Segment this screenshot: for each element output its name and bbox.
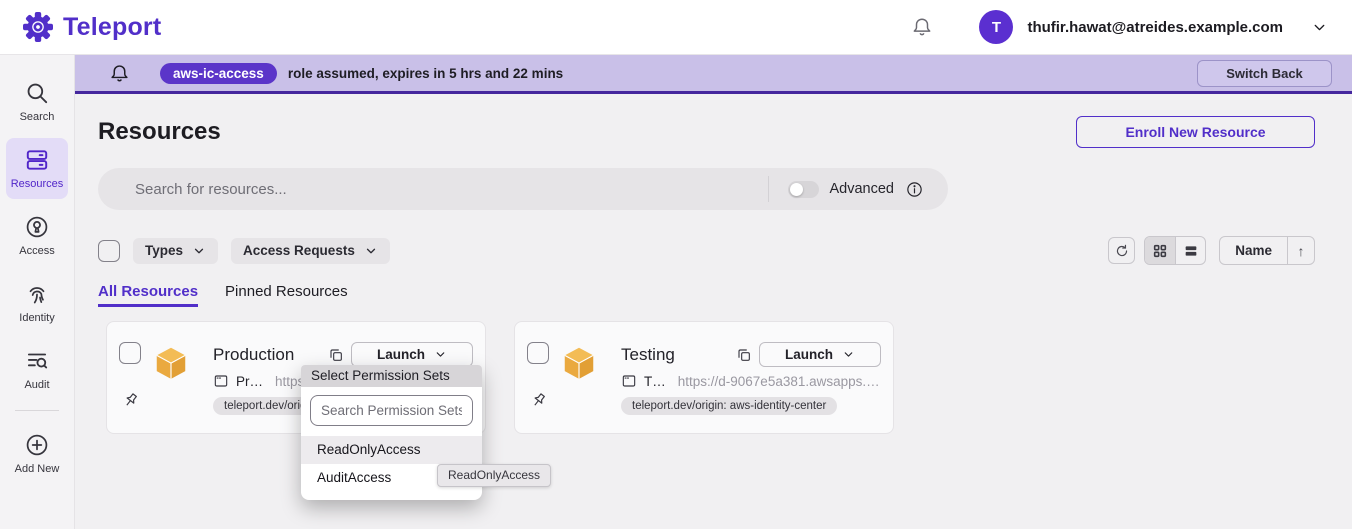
app-window-icon [213, 373, 229, 389]
search-icon [24, 80, 50, 106]
launch-label: Launch [377, 347, 425, 362]
lock-circle-icon [24, 214, 50, 240]
launch-button[interactable]: Launch [351, 342, 473, 367]
banner-message: role assumed, expires in 5 hrs and 22 mi… [288, 66, 563, 81]
app-type-label: T… [644, 374, 666, 389]
sidebar-item-access[interactable]: Access [6, 205, 68, 266]
resource-search-bar: Advanced [98, 168, 948, 210]
brand-name: Teleport [63, 13, 161, 42]
app-window-icon [621, 373, 637, 389]
copy-icon[interactable] [328, 347, 344, 363]
refresh-icon [1114, 243, 1130, 259]
list-search-icon [24, 348, 50, 374]
refresh-button[interactable] [1108, 237, 1135, 264]
notifications-bell-icon[interactable] [911, 16, 933, 38]
sort-control: Name ↑ [1219, 236, 1315, 265]
pin-icon[interactable] [529, 391, 548, 410]
copy-icon[interactable] [736, 347, 752, 363]
fingerprint-icon [24, 281, 50, 307]
sidebar-item-audit[interactable]: Audit [6, 339, 68, 400]
view-mode-toggle [1144, 236, 1206, 265]
tab-all-resources[interactable]: All Resources [98, 283, 198, 307]
top-bar: Teleport T thufir.hawat@atreides.example… [0, 0, 1352, 55]
chevron-down-icon [842, 348, 855, 361]
permission-sets-search-input[interactable] [310, 395, 473, 426]
sidebar-divider [15, 410, 59, 411]
user-avatar[interactable]: T [979, 10, 1013, 44]
resource-name: Testing [621, 345, 721, 365]
sidebar-item-search[interactable]: Search [6, 71, 68, 132]
teleport-logo[interactable]: Teleport [22, 11, 161, 43]
sidebar: Search Resources Access [0, 55, 75, 529]
user-email: thufir.hawat@atreides.example.com [1027, 19, 1283, 36]
assumed-role-banner: aws-ic-access role assumed, expires in 5… [75, 55, 1352, 94]
grid-view-button[interactable] [1145, 237, 1175, 264]
app-type-label: Pr… [236, 374, 263, 389]
sidebar-item-label: Add New [15, 463, 60, 475]
permission-set-tooltip: ReadOnlyAccess [437, 464, 551, 487]
servers-icon [24, 147, 50, 173]
chevron-down-icon [434, 348, 447, 361]
resource-card-testing: Testing Launch [514, 321, 894, 434]
gear-logo-icon [22, 11, 54, 43]
list-view-icon [1183, 243, 1199, 259]
tab-pinned-resources[interactable]: Pinned Resources [225, 283, 348, 307]
sidebar-item-label: Audit [24, 379, 49, 391]
permission-sets-dropdown-title: Select Permission Sets [301, 365, 482, 387]
chevron-down-icon [364, 244, 378, 258]
grid-view-icon [1152, 243, 1168, 259]
launch-label: Launch [785, 347, 833, 362]
advanced-toggle[interactable] [788, 181, 819, 198]
sidebar-item-label: Access [19, 245, 54, 257]
enroll-new-resource-button[interactable]: Enroll New Resource [1076, 116, 1315, 148]
sidebar-item-add-new[interactable]: Add New [6, 423, 68, 484]
advanced-label: Advanced [830, 181, 895, 197]
sidebar-item-label: Resources [11, 178, 64, 190]
sidebar-item-label: Search [20, 111, 55, 123]
sidebar-item-identity[interactable]: Identity [6, 272, 68, 333]
plus-circle-icon [24, 432, 50, 458]
resource-url: https://d-9067e5a381.awsapps.com/s… [678, 374, 881, 389]
teleport-app: Teleport T thufir.hawat@atreides.example… [0, 0, 1352, 529]
types-filter-button[interactable]: Types [133, 238, 218, 264]
launch-button[interactable]: Launch [759, 342, 881, 367]
chevron-down-icon [192, 244, 206, 258]
page-title: Resources [98, 118, 221, 146]
sort-by-name-button[interactable]: Name [1220, 237, 1287, 264]
switch-back-button[interactable]: Switch Back [1197, 60, 1332, 87]
types-filter-label: Types [145, 243, 183, 258]
advanced-search-section: Advanced [768, 176, 949, 202]
card-checkbox[interactable] [527, 342, 549, 364]
resource-tabs: All Resources Pinned Resources [98, 283, 1315, 307]
sidebar-item-label: Identity [19, 312, 54, 324]
origin-badge: teleport.dev/origin: aws-identity-center [621, 397, 837, 415]
list-view-button[interactable] [1175, 237, 1205, 264]
sort-direction-button[interactable]: ↑ [1287, 237, 1314, 264]
pin-icon[interactable] [121, 391, 140, 410]
aws-app-icon [152, 344, 190, 382]
assumed-role-badge: aws-ic-access [160, 63, 277, 84]
card-checkbox[interactable] [119, 342, 141, 364]
info-icon[interactable] [905, 180, 924, 199]
permission-set-option-readonlyaccess[interactable]: ReadOnlyAccess [301, 436, 482, 464]
aws-app-icon [560, 344, 598, 382]
sidebar-item-resources[interactable]: Resources [6, 138, 68, 199]
access-requests-filter-button[interactable]: Access Requests [231, 238, 390, 264]
banner-bell-icon [109, 63, 130, 84]
resource-cards: Production Launch [106, 321, 1315, 434]
resource-name: Production [213, 345, 313, 365]
select-all-checkbox[interactable] [98, 240, 120, 262]
search-input[interactable] [98, 168, 768, 210]
access-requests-filter-label: Access Requests [243, 243, 355, 258]
user-menu-chevron-down-icon[interactable] [1311, 19, 1328, 36]
